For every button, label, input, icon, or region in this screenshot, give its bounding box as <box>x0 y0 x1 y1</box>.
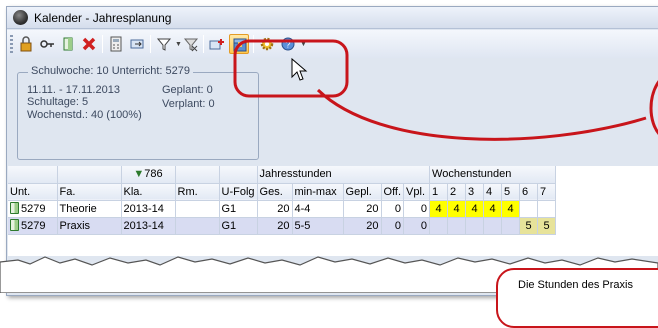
annotation-overlay <box>233 39 658 141</box>
offscreen-ring <box>649 80 658 135</box>
mouse-cursor-icon <box>291 57 308 81</box>
highlight-ring <box>233 39 349 98</box>
callout-arrow <box>316 88 647 141</box>
